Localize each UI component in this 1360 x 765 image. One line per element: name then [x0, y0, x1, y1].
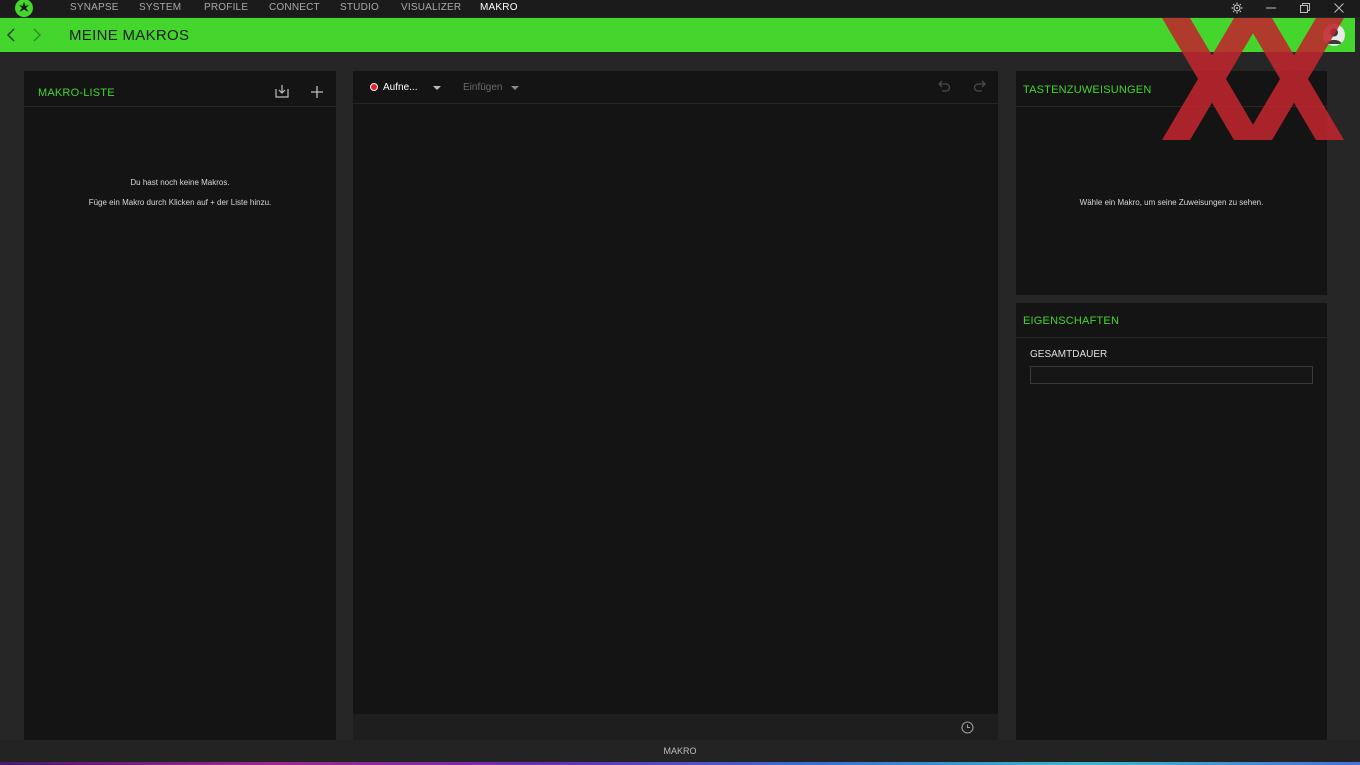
- forward-arrow-icon[interactable]: [30, 27, 44, 43]
- chevron-down-icon[interactable]: [511, 86, 519, 90]
- chevron-down-icon[interactable]: [433, 86, 441, 90]
- nav-tab-studio[interactable]: STUDIO: [340, 2, 379, 13]
- record-dropdown-label[interactable]: Aufne...: [383, 82, 417, 93]
- minimize-icon[interactable]: [1254, 0, 1288, 17]
- close-icon[interactable]: [1322, 0, 1356, 17]
- divider: [353, 103, 998, 104]
- total-duration-field[interactable]: [1030, 366, 1313, 384]
- page-header: MEINE MAKROS: [0, 18, 1355, 52]
- undo-icon[interactable]: [936, 78, 952, 94]
- assignments-empty-text: Wähle ein Makro, um seine Zuweisungen zu…: [1079, 198, 1264, 207]
- nav-tab-synapse[interactable]: SYNAPSE: [70, 2, 119, 13]
- key-assignments-title: TASTENZUWEISUNGEN: [1023, 84, 1152, 96]
- empty-state-hint: Füge ein Makro durch Klicken auf + der L…: [88, 198, 272, 207]
- restore-icon[interactable]: [1288, 0, 1322, 17]
- nav-tab-connect[interactable]: CONNECT: [269, 2, 320, 13]
- clock-icon[interactable]: [961, 721, 974, 734]
- editor-footer: [353, 714, 998, 740]
- properties-panel: EIGENSCHAFTEN GESAMTDAUER: [1016, 303, 1327, 740]
- divider: [24, 106, 336, 107]
- back-arrow-icon[interactable]: [4, 27, 18, 43]
- divider: [1016, 337, 1327, 338]
- razer-logo-icon[interactable]: [15, 0, 33, 17]
- properties-title: EIGENSCHAFTEN: [1023, 315, 1120, 327]
- divider: [1016, 106, 1327, 107]
- top-navigation-bar: SYNAPSE SYSTEM PROFILE CONNECT STUDIO VI…: [0, 0, 1360, 17]
- user-avatar-icon[interactable]: [1323, 24, 1345, 46]
- add-icon[interactable]: [310, 85, 324, 99]
- status-bar-label: MAKRO: [663, 746, 697, 756]
- nav-tab-makro[interactable]: MAKRO: [480, 2, 518, 13]
- import-icon[interactable]: [274, 83, 290, 99]
- key-assignments-panel: TASTENZUWEISUNGEN Wähle ein Makro, um se…: [1016, 71, 1327, 295]
- macro-editor-panel: Aufne... Einfügen: [353, 71, 998, 714]
- empty-state-text: Du hast noch keine Makros.: [130, 178, 230, 187]
- page-title: MEINE MAKROS: [69, 27, 190, 44]
- insert-dropdown-label[interactable]: Einfügen: [463, 82, 502, 93]
- record-icon: [370, 83, 378, 91]
- synapse-window: SYNAPSE SYSTEM PROFILE CONNECT STUDIO VI…: [0, 0, 1360, 765]
- nav-tab-profile[interactable]: PROFILE: [204, 2, 248, 13]
- settings-gear-icon[interactable]: [1220, 0, 1254, 17]
- total-duration-label: GESAMTDAUER: [1030, 349, 1108, 360]
- nav-tab-system[interactable]: SYSTEM: [139, 2, 181, 13]
- macro-list-panel: MAKRO-LISTE Du hast noch keine Makros. F…: [24, 71, 336, 740]
- nav-tab-visualizer[interactable]: VISUALIZER: [401, 2, 461, 13]
- macro-list-title: MAKRO-LISTE: [38, 87, 115, 99]
- redo-icon[interactable]: [972, 78, 988, 94]
